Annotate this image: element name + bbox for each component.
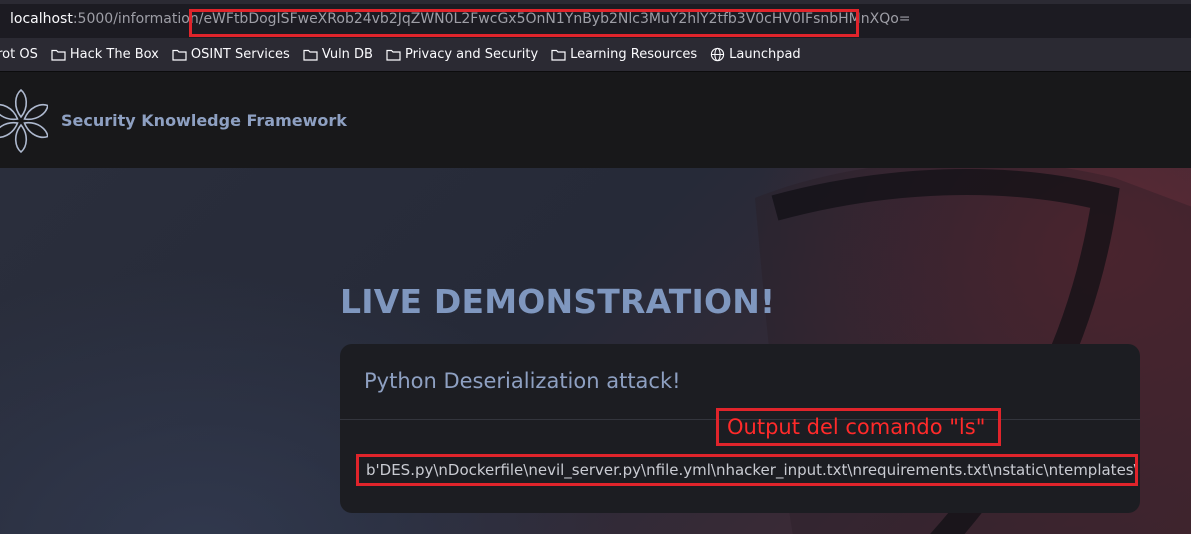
folder-icon [551,49,566,61]
bookmark-label: Privacy and Security [404,47,539,62]
bookmark-launchpad[interactable]: Launchpad [710,47,801,62]
command-output-text: b'DES.py\nDockerfile\nevil_server.py\nfi… [366,461,1138,479]
folder-icon [51,49,66,61]
bookmark-hack-the-box[interactable]: Hack The Box [51,47,159,62]
bookmark-label: rrot OS [0,47,38,62]
bookmark-privacy-and-security[interactable]: Privacy and Security [386,47,538,62]
folder-icon [386,49,401,61]
bookmark-label: Launchpad [729,47,801,62]
url-path: :5000/information/ [72,11,204,27]
url-highlight-box [189,9,859,37]
url-host: localhost [10,11,73,27]
bookmark-label: Hack The Box [69,47,159,62]
bookmarks-bar: rrot OS Hack The Box OSINT Services Vuln… [0,38,1191,72]
site-header: Security Knowledge Framework [0,72,1191,168]
bookmark-parrot-os[interactable]: rrot OS [0,47,38,62]
bookmark-learning-resources[interactable]: Learning Resources [551,47,697,62]
skf-flower-logo-icon[interactable] [0,86,48,156]
address-bar[interactable]: localhost:5000/information/eWFtbDogISFwe… [0,0,1191,38]
globe-icon [710,47,725,62]
annotation-callout: Output del comando "ls" [716,408,1001,446]
bookmark-label: OSINT Services [190,47,290,62]
command-output-box: b'DES.py\nDockerfile\nevil_server.py\nfi… [356,454,1138,486]
folder-icon [172,49,187,61]
hero-title: LIVE DEMONSTRATION! [340,282,776,321]
bookmark-label: Vuln DB [321,47,373,62]
bookmark-label: Learning Resources [570,47,698,62]
bookmark-osint-services[interactable]: OSINT Services [172,47,290,62]
card-title: Python Deserialization attack! [364,369,681,393]
bookmark-vuln-db[interactable]: Vuln DB [303,47,373,62]
site-title[interactable]: Security Knowledge Framework [61,111,347,130]
annotation-text: Output del comando "ls" [727,415,986,439]
hero-section: LIVE DEMONSTRATION! Python Deserializati… [0,168,1191,534]
folder-icon [303,49,318,61]
